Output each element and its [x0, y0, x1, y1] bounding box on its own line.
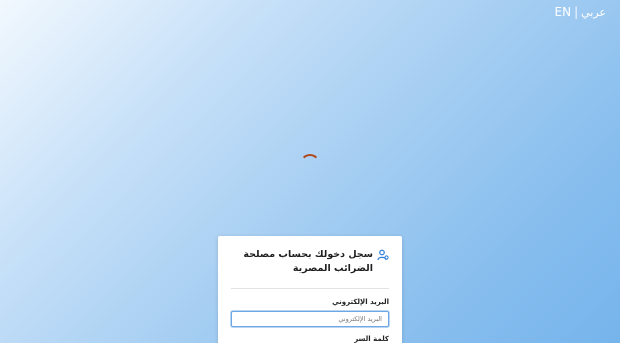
language-switcher: EN | عربي [555, 5, 606, 19]
loading-spinner [300, 154, 320, 174]
email-label: البريد الإلكتروني [332, 298, 389, 306]
lang-en-link[interactable]: EN [555, 5, 572, 19]
user-icon [377, 249, 389, 261]
login-title: سجل دخولك بحساب مصلحة الضرائب المصرية [231, 248, 389, 276]
password-label: كلمة السر [354, 335, 389, 343]
lang-ar-link[interactable]: عربي [581, 6, 606, 19]
title-divider [231, 288, 389, 289]
page-background: EN | عربي سجل دخولك بحساب مصلحة الضرائب … [0, 0, 620, 343]
lang-separator: | [574, 5, 579, 19]
email-field[interactable] [231, 311, 389, 327]
login-title-text: سجل دخولك بحساب مصلحة الضرائب المصرية [243, 249, 373, 274]
login-card: سجل دخولك بحساب مصلحة الضرائب المصرية ال… [218, 236, 402, 343]
